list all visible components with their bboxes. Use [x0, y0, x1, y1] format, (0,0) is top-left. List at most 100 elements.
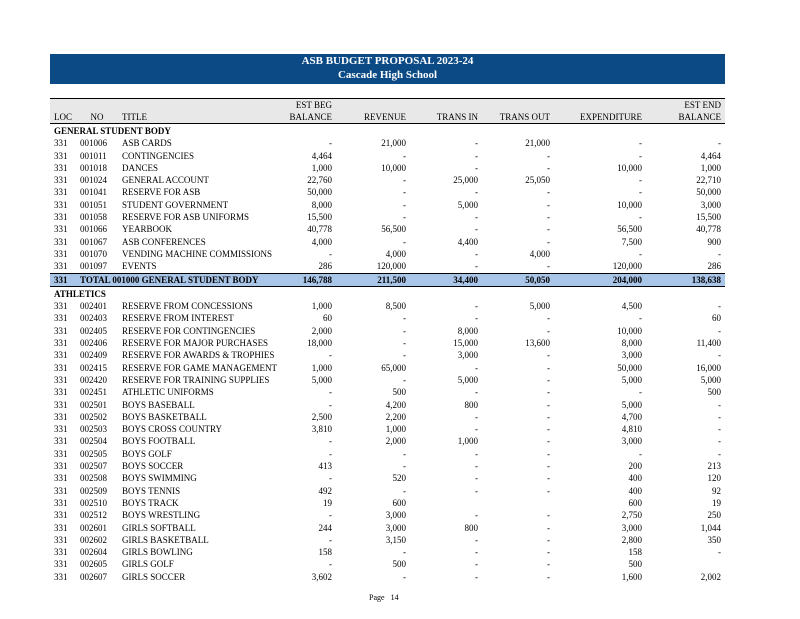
- trans-out-cell: -: [547, 374, 550, 385]
- est-beg-cell: 8,000: [311, 199, 332, 210]
- est-end-cell: -: [718, 325, 721, 336]
- account-no-cell: 002508: [80, 473, 107, 484]
- account-no-cell: 002607: [80, 571, 107, 582]
- title-cell: GIRLS SOFTBALL: [122, 522, 196, 533]
- loc-cell: 331: [54, 199, 68, 210]
- est-beg-cell: 158: [318, 547, 333, 558]
- trans-in-cell: 25,000: [453, 175, 478, 186]
- account-no-cell: 002512: [80, 510, 107, 521]
- table-row: 331 001011 CONTINGENCIES 4,464 - - - - 4,464: [50, 150, 725, 162]
- trans-in-cell: 1,000: [457, 436, 478, 447]
- title-cell: BOYS TENNIS: [122, 485, 181, 496]
- col-est-beg: BALANCE: [278, 111, 336, 124]
- est-beg-cell: 4,464: [311, 150, 332, 161]
- est-beg-cell: -: [329, 399, 332, 410]
- title-cell: BOYS TRACK: [122, 497, 179, 508]
- trans-in-cell: 4,400: [457, 236, 478, 247]
- title-cell: BOYS WRESTLING: [122, 510, 201, 521]
- trans-out-cell: -: [547, 387, 550, 398]
- expenditure-cell: -: [639, 313, 642, 324]
- title-cell: BOYS BASKETBALL: [122, 411, 207, 422]
- trans-out-cell: -: [547, 362, 550, 373]
- table-row: 331 002509 BOYS TENNIS 492 - - - 400 92: [50, 485, 725, 497]
- account-no-cell: 002403: [80, 313, 107, 324]
- loc-cell: 331: [54, 387, 68, 398]
- expenditure-cell: 56,500: [617, 224, 642, 235]
- report-banner: ASB BUDGET PROPOSAL 2023-24 Cascade High…: [50, 54, 725, 84]
- expenditure-cell: 1,600: [621, 571, 642, 582]
- expenditure-cell: 3,000: [621, 350, 642, 361]
- trans-out-cell: -: [547, 187, 550, 198]
- est-beg-cell: 413: [318, 461, 333, 472]
- title-cell: RESERVE FROM CONCESSIONS: [122, 301, 253, 312]
- page-number: 14: [390, 593, 399, 602]
- title-cell: BOYS CROSS COUNTRY: [122, 424, 223, 435]
- trans-out-cell: -: [547, 350, 550, 361]
- total-trans-in-cell: 34,400: [410, 272, 482, 287]
- loc-cell: 331: [54, 448, 68, 459]
- account-no-cell: 001051: [80, 199, 107, 210]
- table-row: 331 002504 BOYS FOOTBALL - 2,000 1,000 - 3,000 -: [50, 435, 725, 447]
- title-cell: YEARBOOK: [122, 224, 173, 235]
- table-row: 331 001097 EVENTS 286 120,000 - - 120,000 286: [50, 260, 725, 273]
- table-row: 331 002403 RESERVE FROM INTEREST 60 - - - - 60: [50, 312, 725, 324]
- est-beg-cell: 286: [318, 261, 333, 272]
- trans-in-cell: -: [475, 559, 478, 570]
- account-no-cell: 002605: [80, 559, 107, 570]
- revenue-cell: 8,500: [385, 301, 406, 312]
- revenue-cell: 65,000: [381, 362, 406, 373]
- trans-out-cell: -: [547, 547, 550, 558]
- total-loc-cell: 331: [50, 272, 76, 287]
- trans-out-cell: -: [547, 522, 550, 533]
- table-row: 331 001058 RESERVE FOR ASB UNIFORMS 15,500 -…: [50, 211, 725, 223]
- title-cell: GIRLS GOLF: [122, 559, 174, 570]
- expenditure-cell: -: [639, 187, 642, 198]
- title-cell: RESERVE FROM INTEREST: [122, 313, 234, 324]
- title-cell: EVENTS: [122, 261, 157, 272]
- revenue-cell: 600: [392, 497, 407, 508]
- table-row: 331 001051 STUDENT GOVERNMENT 8,000 - 5,000 - 1…: [50, 199, 725, 211]
- account-no-cell: 002503: [80, 424, 107, 435]
- loc-cell: 331: [54, 461, 68, 472]
- table-row: 331 002415 RESERVE FOR GAME MANAGEMENT 1,00…: [50, 362, 725, 374]
- title-cell: RESERVE FOR GAME MANAGEMENT: [122, 362, 278, 373]
- trans-out-cell: -: [547, 150, 550, 161]
- account-no-cell: 001097: [80, 261, 107, 272]
- revenue-cell: -: [403, 485, 406, 496]
- est-beg-cell: -: [329, 350, 332, 361]
- est-beg-cell: 1,000: [311, 362, 332, 373]
- col-revenue: REVENUE: [336, 111, 410, 124]
- table-row: 331 002508 BOYS SWIMMING - 520 - - 400 120: [50, 472, 725, 484]
- revenue-cell: -: [403, 374, 406, 385]
- account-no-cell: 001066: [80, 224, 107, 235]
- section-title: ATHLETICS: [54, 288, 106, 299]
- est-end-cell: 5,000: [700, 374, 721, 385]
- est-end-cell: 3,000: [700, 199, 721, 210]
- revenue-cell: -: [403, 236, 406, 247]
- expenditure-cell: 10,000: [617, 199, 642, 210]
- table-row: 331 002605 GIRLS GOLF - 500 - - 500: [50, 558, 725, 570]
- expenditure-cell: 50,000: [617, 362, 642, 373]
- est-beg-cell: -: [329, 248, 332, 259]
- est-end-cell: 60: [712, 313, 721, 324]
- trans-in-cell: -: [475, 248, 478, 259]
- trans-out-cell: -: [547, 485, 550, 496]
- est-beg-cell: 3,602: [311, 571, 332, 582]
- table-row: 331 002401 RESERVE FROM CONCESSIONS 1,000 8,…: [50, 300, 725, 312]
- loc-cell: 331: [54, 497, 68, 508]
- expenditure-cell: -: [639, 138, 642, 149]
- table-row: 331 001070 VENDING MACHINE COMMISSIONS - 4,0…: [50, 248, 725, 260]
- col-est-end: BALANCE: [646, 111, 725, 124]
- trans-in-cell: -: [475, 150, 478, 161]
- account-no-cell: 002406: [80, 338, 107, 349]
- account-no-cell: 002501: [80, 399, 107, 410]
- trans-in-cell: -: [475, 138, 478, 149]
- est-end-cell: -: [718, 411, 721, 422]
- est-end-cell: 250: [707, 510, 722, 521]
- expenditure-cell: 5,000: [621, 399, 642, 410]
- expenditure-cell: -: [639, 448, 642, 459]
- trans-in-cell: -: [475, 212, 478, 223]
- est-end-cell: 900: [707, 236, 722, 247]
- est-beg-cell: 60: [323, 313, 332, 324]
- trans-in-cell: -: [475, 362, 478, 373]
